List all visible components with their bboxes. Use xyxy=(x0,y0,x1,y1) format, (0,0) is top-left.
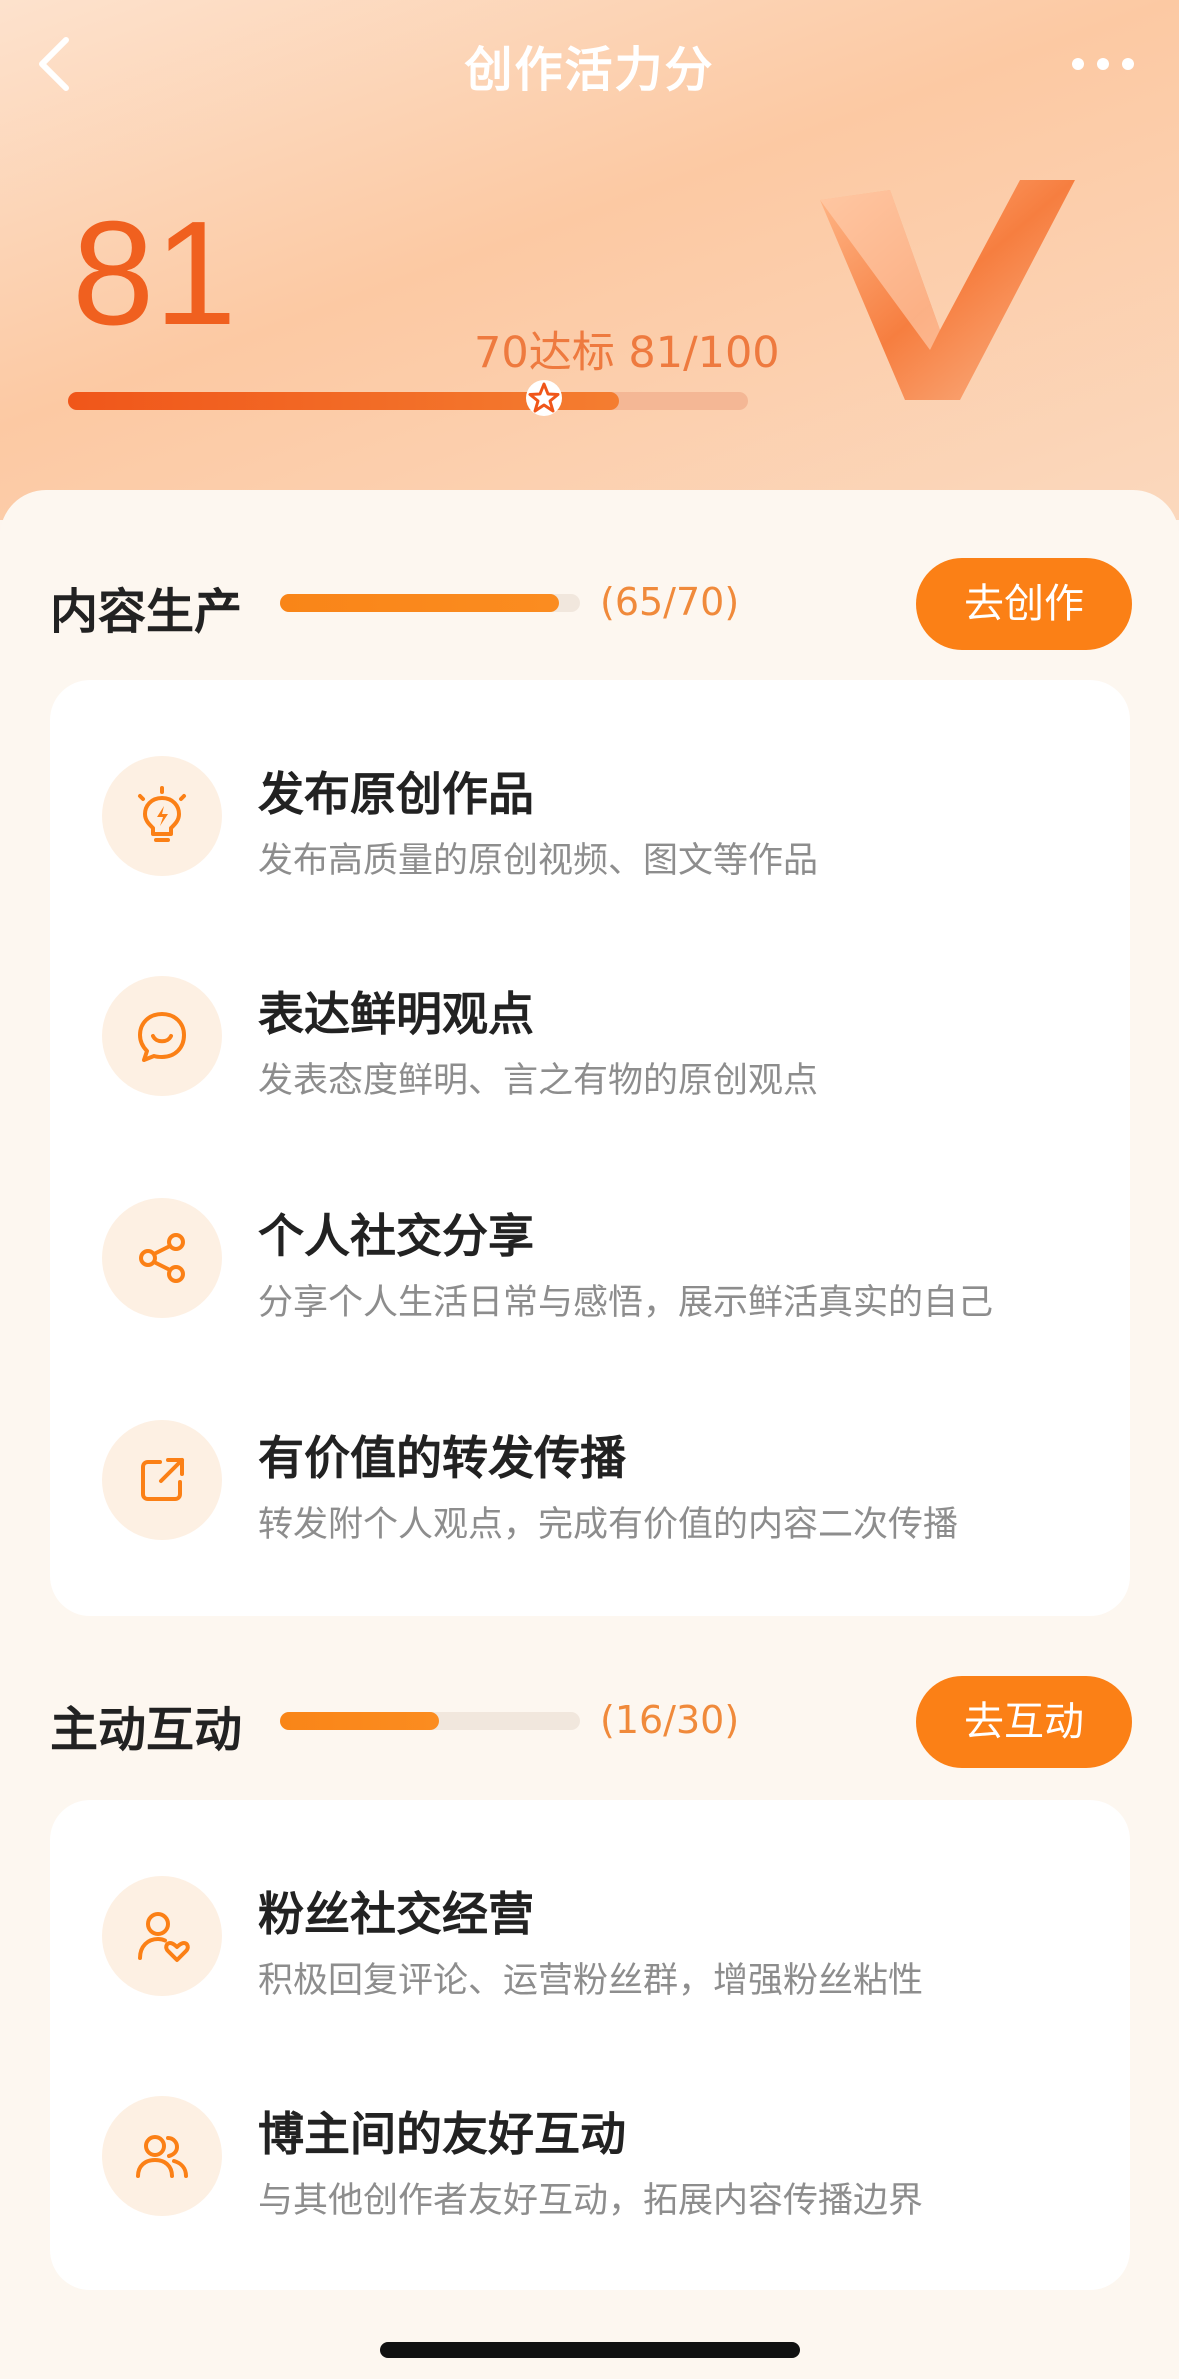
list-item[interactable]: 粉丝社交经营 积极回复评论、运营粉丝群，增强粉丝粘性 xyxy=(50,1836,1130,2036)
user-heart-icon xyxy=(102,1876,222,1996)
score-progress-bar xyxy=(68,392,748,410)
forward-icon xyxy=(102,1420,222,1540)
item-desc: 积极回复评论、运营粉丝群，增强粉丝粘性 xyxy=(258,1961,924,2001)
go-create-button[interactable]: 去创作 xyxy=(916,558,1132,650)
section-progress-bar xyxy=(280,1712,580,1730)
item-title: 博主间的友好互动 xyxy=(258,2107,626,2161)
star-icon xyxy=(526,380,562,416)
item-title: 表达鲜明观点 xyxy=(258,987,534,1041)
item-title: 发布原创作品 xyxy=(258,767,534,821)
item-title: 有价值的转发传播 xyxy=(258,1431,626,1485)
more-icon[interactable] xyxy=(1068,52,1138,76)
item-desc: 分享个人生活日常与感悟，展示鲜活真实的自己 xyxy=(258,1283,994,1323)
list-item[interactable]: 发布原创作品 发布高质量的原创视频、图文等作品 xyxy=(50,716,1130,916)
score-target-text: 70达标 81/100 xyxy=(474,328,780,378)
list-item[interactable]: 个人社交分享 分享个人生活日常与感悟，展示鲜活真实的自己 xyxy=(50,1158,1130,1358)
item-title: 个人社交分享 xyxy=(258,1209,534,1263)
users-icon xyxy=(102,2096,222,2216)
section-progress-fill xyxy=(280,1712,439,1730)
item-desc: 发表态度鲜明、言之有物的原创观点 xyxy=(258,1061,819,1101)
smile-chat-icon xyxy=(102,976,222,1096)
section-count: (16/30) xyxy=(600,1698,740,1742)
header: 创作活力分 81 70达标 81/100 xyxy=(0,0,1179,520)
task-card: 发布原创作品 发布高质量的原创视频、图文等作品 表达鲜明观点 发表态度鲜明、言之… xyxy=(50,680,1130,1616)
task-card: 粉丝社交经营 积极回复评论、运营粉丝群，增强粉丝粘性 博主间的友好互动 与其他创… xyxy=(50,1800,1130,2290)
section-title: 内容生产 xyxy=(50,584,243,640)
section-title: 主动互动 xyxy=(50,1702,243,1758)
section-count: (65/70) xyxy=(600,580,740,624)
item-desc: 转发附个人观点，完成有价值的内容二次传播 xyxy=(258,1505,959,1545)
list-item[interactable]: 有价值的转发传播 转发附个人观点，完成有价值的内容二次传播 xyxy=(50,1380,1130,1580)
home-indicator[interactable] xyxy=(380,2342,800,2358)
item-desc: 与其他创作者友好互动，拓展内容传播边界 xyxy=(258,2181,924,2221)
share-icon xyxy=(102,1198,222,1318)
score-value: 81 xyxy=(72,191,237,356)
v-logo-icon xyxy=(820,180,1075,400)
list-item[interactable]: 博主间的友好互动 与其他创作者友好互动，拓展内容传播边界 xyxy=(50,2056,1130,2256)
item-title: 粉丝社交经营 xyxy=(258,1887,534,1941)
section-progress-bar xyxy=(280,594,580,612)
item-desc: 发布高质量的原创视频、图文等作品 xyxy=(258,841,819,881)
lightbulb-icon xyxy=(102,756,222,876)
page-title: 创作活力分 xyxy=(464,42,715,98)
section-progress-fill xyxy=(280,594,559,612)
go-interact-button[interactable]: 去互动 xyxy=(916,1676,1132,1768)
list-item[interactable]: 表达鲜明观点 发表态度鲜明、言之有物的原创观点 xyxy=(50,936,1130,1136)
